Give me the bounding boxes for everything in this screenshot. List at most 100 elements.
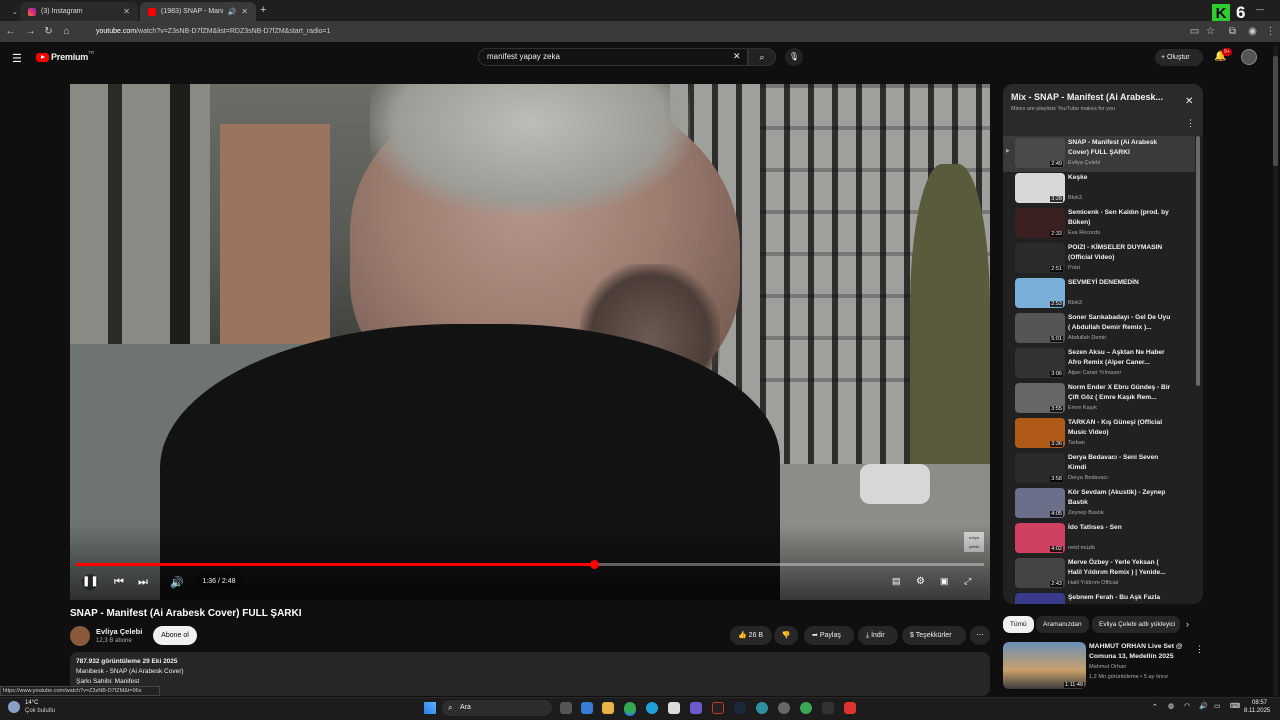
file-explorer-icon[interactable]: [602, 702, 614, 714]
window-minimize-icon[interactable]: —: [1256, 5, 1264, 14]
next-button[interactable]: ⏭: [138, 576, 148, 589]
playlist-item[interactable]: 2:33 Semicenk - Sen Kaldın (prod. by Büke…: [1015, 208, 1195, 243]
bookmark-star-icon[interactable]: ☆: [1204, 25, 1217, 38]
playlist-item[interactable]: 3:06 Sezen Aksu – Aşktan Ne Haber Afro Re…: [1015, 348, 1195, 383]
taskbar-search[interactable]: Ara: [442, 700, 552, 716]
voice-search-icon[interactable]: 🎙: [785, 48, 803, 66]
tab-search-button[interactable]: ⌄: [4, 2, 20, 21]
chip-from-search[interactable]: Aramanızdan: [1036, 616, 1089, 633]
playlist-item[interactable]: 3:28 Keşke Blok3: [1015, 173, 1195, 208]
battery-icon[interactable]: ▭: [1214, 702, 1221, 710]
audio-icon[interactable]: 🔊: [228, 8, 237, 16]
channel-avatar[interactable]: [70, 626, 90, 646]
app-icon[interactable]: [800, 702, 812, 714]
playlist-item[interactable]: 4:05 Kör Sevdam (Akustik) - Zeynep Bastık…: [1015, 488, 1195, 523]
weather-icon[interactable]: [8, 701, 20, 713]
steam-icon[interactable]: [734, 702, 746, 714]
youtube-icon[interactable]: [844, 702, 856, 714]
miniplayer-icon[interactable]: ▣: [940, 576, 949, 587]
close-tab-icon[interactable]: ✕: [123, 7, 130, 16]
home-icon[interactable]: ⌂: [60, 25, 73, 38]
page-scrollbar[interactable]: [1273, 46, 1278, 696]
clear-search-icon[interactable]: ✕: [733, 51, 741, 62]
thanks-button[interactable]: $ Teşekkürler: [902, 626, 966, 645]
playlist-menu-icon[interactable]: ⋮: [1186, 118, 1195, 129]
recommended-thumbnail[interactable]: 1:11:49: [1003, 642, 1086, 689]
app-icon[interactable]: [756, 702, 768, 714]
close-playlist-icon[interactable]: ✕: [1185, 96, 1193, 107]
playlist-scrollbar[interactable]: [1196, 136, 1200, 386]
progress-scrubber[interactable]: [589, 560, 599, 569]
playlist-item[interactable]: 3:58 Derya Bedavacı - Seni Seven Kimdi Der…: [1015, 453, 1195, 488]
subtitles-icon[interactable]: ▤: [892, 576, 901, 587]
more-options-icon[interactable]: ⋮: [1195, 644, 1204, 655]
fullscreen-icon[interactable]: ⤢: [964, 576, 971, 587]
account-avatar[interactable]: [1241, 49, 1257, 65]
premium-logo[interactable]: Premium: [51, 52, 88, 62]
speaker-icon[interactable]: 🔊: [1199, 702, 1208, 710]
windows-start-icon[interactable]: [424, 702, 436, 714]
clock-time[interactable]: 08:57: [1252, 700, 1267, 706]
language-icon[interactable]: ⌨: [1230, 702, 1240, 710]
playlist-item[interactable]: 2:51 POIZI - KİMSELER DUYMASIN (Official …: [1015, 243, 1195, 278]
download-button[interactable]: ⤓ İndir: [858, 626, 898, 645]
like-button[interactable]: 👍 26 B: [730, 626, 772, 645]
playlist-item[interactable]: 3:36 TARKAN - Kış Güneşi (Official Music …: [1015, 418, 1195, 453]
chrome-icon[interactable]: [624, 702, 636, 714]
channel-name[interactable]: Evliya Çelebi: [96, 627, 142, 636]
close-tab-icon[interactable]: ✕: [241, 7, 248, 16]
pause-button[interactable]: ❚❚: [82, 574, 99, 590]
playlist-title[interactable]: Mix - SNAP - Manifest (Ai Arabesk...: [1011, 92, 1181, 102]
playlist-item[interactable]: 3:55 Norm Ender X Ebru Gündeş - Bir Çift …: [1015, 383, 1195, 418]
url-field[interactable]: youtube.com/watch?v=Z3sNB-D7fZM&list=RDZ…: [80, 24, 1180, 39]
youtube-logo-icon[interactable]: [36, 53, 49, 62]
create-button[interactable]: + Oluştur: [1155, 49, 1203, 66]
cast-icon[interactable]: ▭: [1188, 25, 1201, 38]
playlist-item[interactable]: 2:43 Merve Özbey - Yerle Yeksan ( Halil Y…: [1015, 558, 1195, 593]
settings-gear-icon[interactable]: ⚙: [916, 576, 925, 587]
subscriber-count: 12,3 B abone: [96, 638, 132, 644]
new-tab-button[interactable]: +: [260, 4, 266, 16]
volume-button[interactable]: 🔊: [170, 576, 184, 589]
app-icon[interactable]: [822, 702, 834, 714]
playlist-item[interactable]: Şebnem Ferah - Bu Aşk Fazla Sana (MURAT …: [1015, 593, 1195, 604]
tray-app-icon[interactable]: ◍: [1168, 702, 1174, 710]
tab-youtube[interactable]: (1983) SNAP - Manifest (Ai 🔊 ✕: [140, 2, 256, 21]
discord-icon[interactable]: [690, 702, 702, 714]
browser-menu-icon[interactable]: ⋮: [1264, 25, 1277, 38]
store-icon[interactable]: [668, 702, 680, 714]
extensions-icon[interactable]: ⧉: [1226, 25, 1239, 38]
chip-all[interactable]: Tümü: [1003, 616, 1034, 633]
dislike-button[interactable]: 👎: [774, 626, 798, 645]
subscribe-button[interactable]: Abone ol: [153, 626, 197, 645]
search-button[interactable]: ⌕: [748, 48, 776, 66]
playlist-item[interactable]: 2:49 SNAP - Manifest (Ai Arabesk Cover) F…: [1015, 138, 1195, 173]
description-box[interactable]: 787.932 görüntüleme 29 Eki 2025 Manibesk…: [70, 652, 990, 696]
recommended-channel[interactable]: Mahmut Orhan: [1089, 664, 1126, 670]
playlist-item[interactable]: 4:02 İdo Tatlıses - Sen netd müzik: [1015, 523, 1195, 558]
more-actions-button[interactable]: ⋯: [970, 626, 990, 645]
forward-icon[interactable]: →: [24, 25, 37, 38]
video-player[interactable]: evliya çelebi: [70, 84, 990, 600]
hamburger-menu-icon[interactable]: ☰: [12, 52, 22, 65]
back-icon[interactable]: ←: [4, 25, 17, 38]
playlist-item[interactable]: 5:01 Soner Sarıkabadayı - Gel De Uyu ( Ab…: [1015, 313, 1195, 348]
app-icon[interactable]: [712, 702, 724, 714]
previous-button[interactable]: ⏮: [114, 576, 124, 589]
copilot-icon[interactable]: [581, 702, 593, 714]
search-input[interactable]: manifest yapay zeka: [478, 48, 748, 66]
wifi-icon[interactable]: ◠: [1184, 702, 1190, 710]
edge-icon[interactable]: [646, 702, 658, 714]
reload-icon[interactable]: ↻: [42, 25, 55, 38]
weather-temp[interactable]: 14°C: [25, 700, 38, 706]
settings-gear-icon[interactable]: [778, 702, 790, 714]
profile-icon[interactable]: ◉: [1246, 25, 1259, 38]
task-view-icon[interactable]: [560, 702, 572, 714]
chevron-right-icon[interactable]: ›: [1186, 619, 1189, 629]
playlist-item[interactable]: 2:53 SEVMEYİ DENEMEDİN Blok3: [1015, 278, 1195, 313]
tray-chevron-icon[interactable]: ⌃: [1152, 703, 1158, 711]
share-button[interactable]: ➦ Paylaş: [804, 626, 854, 645]
recommended-title[interactable]: MAHMUT ORHAN Live Set @ Comuna 13, Medel…: [1089, 642, 1189, 662]
chip-from-uploader[interactable]: Evliya Çelebi adlı yükleyici: [1092, 616, 1180, 633]
tab-instagram[interactable]: (3) Instagram ✕: [20, 2, 138, 21]
